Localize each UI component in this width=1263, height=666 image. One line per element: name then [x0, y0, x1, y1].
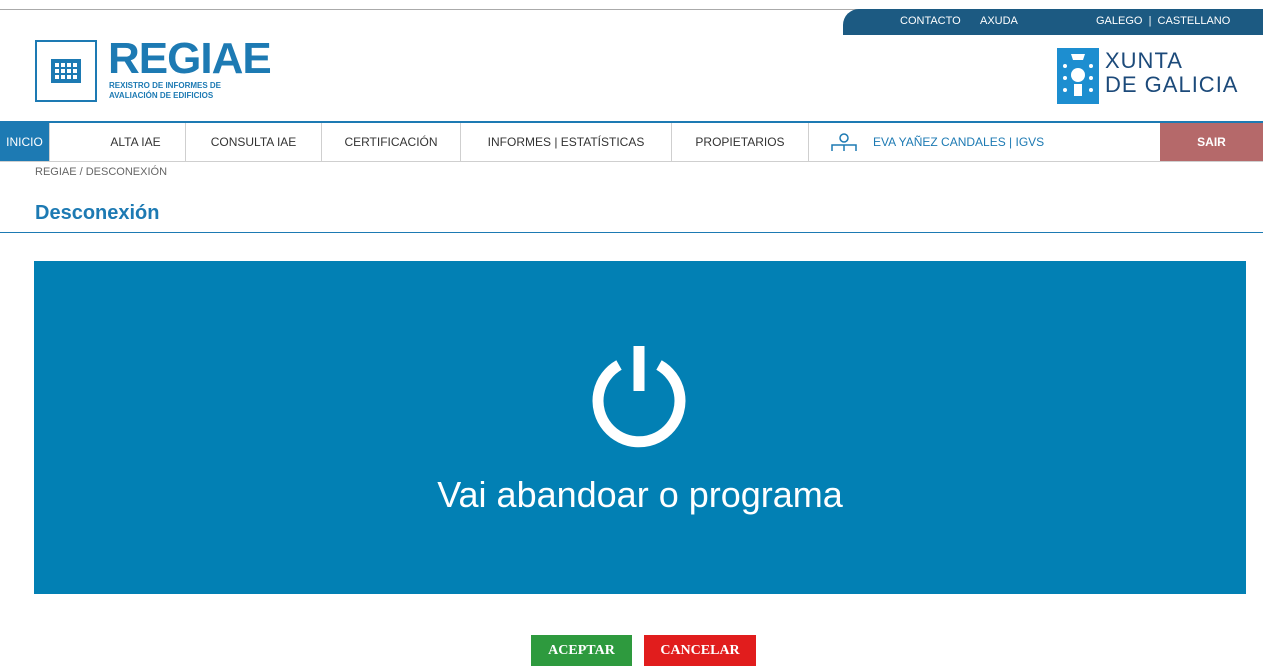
brand-subtitle: REXISTRO DE INFORMES DE AVALIACIÓN DE ED…	[109, 81, 221, 101]
nav-item-informes-estatisticas[interactable]: INFORMES | ESTATÍSTICAS	[461, 123, 672, 161]
language-switcher[interactable]: GALEGO | CASTELLANO	[1096, 15, 1230, 27]
utility-bar: CONTACTO AXUDA GALEGO | CASTELLANO	[843, 9, 1263, 35]
nav-item-certificacion[interactable]: CERTIFICACIÓN	[322, 123, 461, 161]
nav-item-consulta-iae[interactable]: CONSULTA IAE	[186, 123, 322, 161]
nav-item-inicio[interactable]: INICIO	[0, 123, 50, 161]
breadcrumb: REGIAE / DESCONEXIÓN	[35, 166, 168, 178]
title-divider	[0, 232, 1263, 233]
grid-icon	[51, 59, 81, 83]
cancel-button[interactable]: CANCELAR	[644, 635, 756, 666]
logout-message: Vai abandoar o programa	[437, 474, 843, 515]
contacto-link[interactable]: CONTACTO	[900, 15, 961, 27]
brand-subtitle-line2: AVALIACIÓN DE EDIFICIOS	[109, 91, 214, 100]
brand-title[interactable]: REGIAE	[108, 37, 272, 81]
nav-item-propietarios[interactable]: PROPIETARIOS	[672, 123, 809, 161]
user-name[interactable]: EVA YAÑEZ CANDALES | IGVS	[873, 123, 1044, 161]
xunta-emblem-icon	[1057, 48, 1099, 104]
logout-button[interactable]: SAIR	[1160, 123, 1263, 161]
user-icon	[831, 133, 857, 151]
axuda-link[interactable]: AXUDA	[980, 15, 1018, 27]
xunta-logo-text[interactable]: XUNTA DE GALICIA	[1105, 49, 1238, 97]
nav-item-alta-iae[interactable]: ALTA IAE	[86, 123, 186, 161]
xunta-line1: XUNTA	[1105, 48, 1183, 73]
power-icon	[592, 346, 686, 448]
xunta-line2: DE GALICIA	[1105, 72, 1239, 97]
main-nav: INICIO ALTA IAE CONSULTA IAE CERTIFICACI…	[0, 121, 1263, 162]
brand-subtitle-line1: REXISTRO DE INFORMES DE	[109, 81, 222, 90]
regiae-logo-icon[interactable]	[35, 40, 97, 102]
accept-button[interactable]: ACEPTAR	[531, 635, 632, 666]
page-title: Desconexión	[35, 202, 160, 224]
